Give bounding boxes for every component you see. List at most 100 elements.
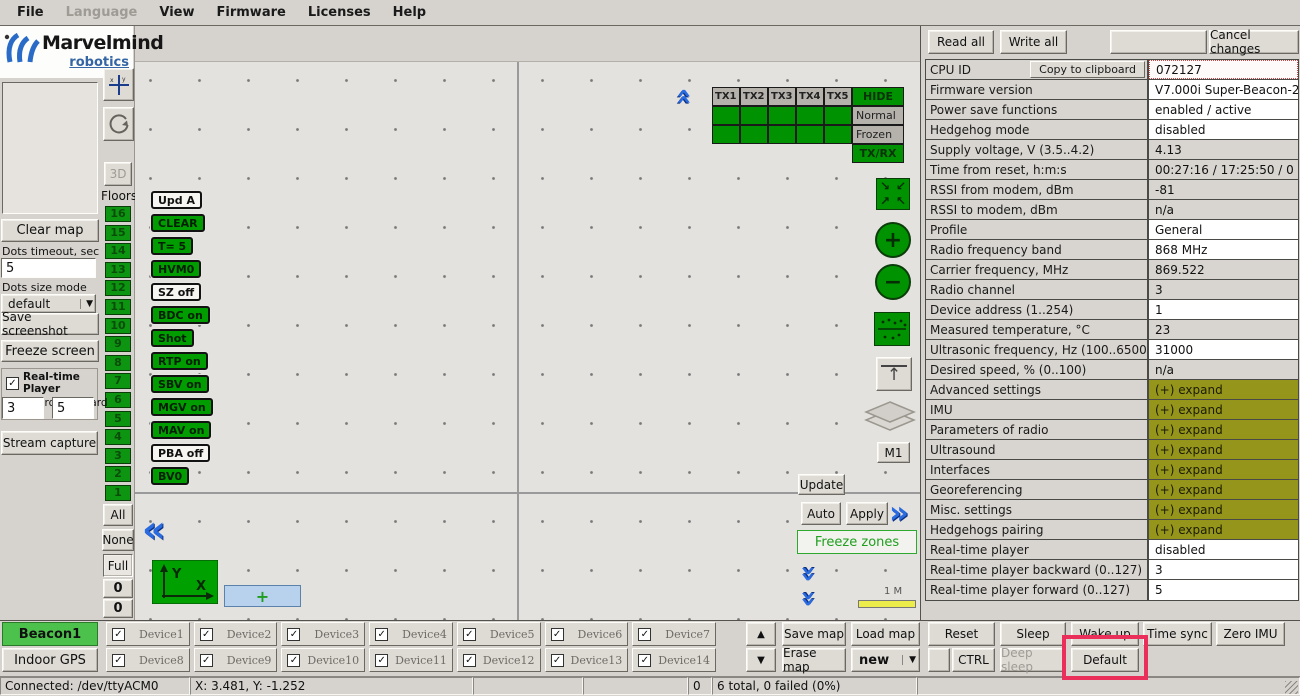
map-button-pba-off[interactable]: PBA off (151, 444, 210, 462)
device-button-device6[interactable]: ✓Device6 (545, 622, 629, 646)
map-button-sbv-on[interactable]: SBV on (151, 375, 209, 393)
setting-value[interactable]: 072127 (1149, 60, 1298, 79)
blank-button[interactable] (1110, 30, 1207, 54)
floors-all-button[interactable]: All (103, 504, 133, 526)
map-button-t-5[interactable]: T= 5 (151, 237, 193, 255)
setting-value[interactable]: V7.000i Super-Beacon-2 (1149, 80, 1298, 99)
setting-value[interactable]: (+) expand (1149, 480, 1298, 499)
floor-button-4[interactable]: 4 (105, 429, 131, 445)
fit-to-screen-icon[interactable]: ↘↙↗↖ (876, 178, 910, 210)
floor-button-11[interactable]: 11 (105, 299, 131, 315)
load-map-button[interactable]: Load map (851, 622, 920, 646)
floors-none-button[interactable]: None (102, 529, 134, 551)
tx-cell[interactable] (824, 125, 852, 144)
device-checkbox[interactable]: ✓ (287, 628, 300, 641)
floor-button-2[interactable]: 2 (105, 466, 131, 482)
setting-value[interactable]: (+) expand (1149, 400, 1298, 419)
beacon1-tab[interactable]: Beacon1 (2, 622, 98, 646)
auto-button[interactable]: Auto (801, 502, 841, 525)
tx-header-tx1[interactable]: TX1 (712, 87, 740, 106)
floor-button-9[interactable]: 9 (105, 336, 131, 352)
menu-item-file[interactable]: File (6, 2, 55, 23)
menu-item-firmware[interactable]: Firmware (206, 2, 297, 23)
chevron-double-right-icon[interactable]: » (889, 498, 909, 529)
device-button-device8[interactable]: ✓Device8 (106, 648, 190, 672)
floor-button-13[interactable]: 13 (105, 262, 131, 278)
map-select-dropdown[interactable]: new ▼ (851, 648, 920, 672)
zoom-out-button[interactable]: − (875, 264, 911, 300)
zero-imu-button[interactable]: Zero IMU (1216, 622, 1285, 646)
ctrl-checkbox[interactable] (928, 648, 950, 672)
device-button-device11[interactable]: ✓Device11 (369, 648, 453, 672)
reset-button[interactable]: Reset (928, 622, 995, 646)
device-button-device10[interactable]: ✓Device10 (281, 648, 365, 672)
device-checkbox[interactable]: ✓ (551, 654, 564, 667)
chevron-double-down-icon[interactable]: « (794, 566, 820, 583)
device-checkbox[interactable]: ✓ (638, 654, 651, 667)
devices-scroll-down-button[interactable]: ▼ (746, 648, 776, 672)
device-button-device5[interactable]: ✓Device5 (457, 622, 541, 646)
setting-value[interactable]: (+) expand (1149, 520, 1298, 539)
tx-header-tx5[interactable]: TX5 (824, 87, 852, 106)
tx-cell[interactable] (824, 106, 852, 125)
floor-button-3[interactable]: 3 (105, 448, 131, 464)
device-checkbox[interactable]: ✓ (112, 628, 125, 641)
clear-map-button[interactable]: Clear map (1, 219, 99, 242)
tx-mode-frozen[interactable]: Frozen (852, 125, 904, 144)
device-checkbox[interactable]: ✓ (551, 628, 564, 641)
dots-timeout-input[interactable]: 5 (1, 258, 96, 278)
setting-value[interactable]: (+) expand (1149, 420, 1298, 439)
device-checkbox[interactable]: ✓ (638, 628, 651, 641)
device-checkbox[interactable]: ✓ (463, 654, 476, 667)
tx-rx-button[interactable]: TX/RX (852, 144, 904, 163)
tx-cell[interactable] (796, 106, 824, 125)
stream-capture-button[interactable]: Stream capture (1, 431, 98, 455)
floor-button-15[interactable]: 15 (105, 225, 131, 241)
map-button-shot[interactable]: Shot (151, 329, 194, 347)
floor-button-16[interactable]: 16 (105, 206, 131, 222)
device-button-device14[interactable]: ✓Device14 (632, 648, 716, 672)
tx-cell[interactable] (740, 125, 768, 144)
menu-item-licenses[interactable]: Licenses (297, 2, 382, 23)
save-map-button[interactable]: Save map (782, 622, 846, 646)
device-button-device2[interactable]: ✓Device2 (194, 622, 278, 646)
layers-icon[interactable] (862, 398, 918, 440)
setting-value[interactable]: 31000 (1149, 340, 1298, 359)
realtime-player-checkbox[interactable]: ✓ (6, 377, 19, 390)
devices-scroll-up-button[interactable]: ▲ (746, 622, 776, 646)
device-button-device4[interactable]: ✓Device4 (369, 622, 453, 646)
3d-view-button[interactable]: 3D (104, 162, 132, 186)
tx-mode-normal[interactable]: Normal (852, 106, 904, 125)
setting-value[interactable]: disabled (1149, 120, 1298, 139)
chevron-double-left-icon[interactable]: « (142, 511, 166, 548)
setting-value[interactable]: 868 MHz (1149, 240, 1298, 259)
floor-button-5[interactable]: 5 (105, 411, 131, 427)
floor-button-14[interactable]: 14 (105, 243, 131, 259)
tx-sectors-table[interactable]: TX1TX2TX3TX4TX5HIDENormalFrozenTX/RX (712, 87, 904, 163)
time-sync-button[interactable]: Time sync (1143, 622, 1212, 646)
tx-hide-button[interactable]: HIDE (852, 87, 904, 106)
map-button-upd-a[interactable]: Upd A (151, 191, 202, 209)
map-button-sz-off[interactable]: SZ off (151, 283, 201, 301)
tx-header-tx4[interactable]: TX4 (796, 87, 824, 106)
floor-button-7[interactable]: 7 (105, 373, 131, 389)
map-button-mgv-on[interactable]: MGV on (151, 398, 213, 416)
floor-button-10[interactable]: 10 (105, 318, 131, 334)
tx-cell[interactable] (768, 106, 796, 125)
dots-display-icon[interactable] (874, 312, 910, 346)
copy-to-clipboard-button[interactable]: Copy to clipboard (1030, 61, 1145, 78)
setting-value[interactable]: enabled / active (1149, 100, 1298, 119)
apply-button[interactable]: Apply (846, 502, 888, 525)
device-button-device3[interactable]: ✓Device3 (281, 622, 365, 646)
setting-value[interactable]: 1 (1149, 300, 1298, 319)
device-button-device13[interactable]: ✓Device13 (545, 648, 629, 672)
read-all-button[interactable]: Read all (928, 30, 994, 54)
erase-map-button[interactable]: Erase map (782, 648, 846, 672)
setting-value[interactable]: (+) expand (1149, 380, 1298, 399)
resize-grip-icon[interactable] (1285, 681, 1298, 694)
device-button-device7[interactable]: ✓Device7 (632, 622, 716, 646)
device-checkbox[interactable]: ✓ (112, 654, 125, 667)
sleep-button[interactable]: Sleep (1000, 622, 1066, 646)
tx-cell[interactable] (712, 125, 740, 144)
setting-value[interactable]: 3 (1149, 560, 1298, 579)
